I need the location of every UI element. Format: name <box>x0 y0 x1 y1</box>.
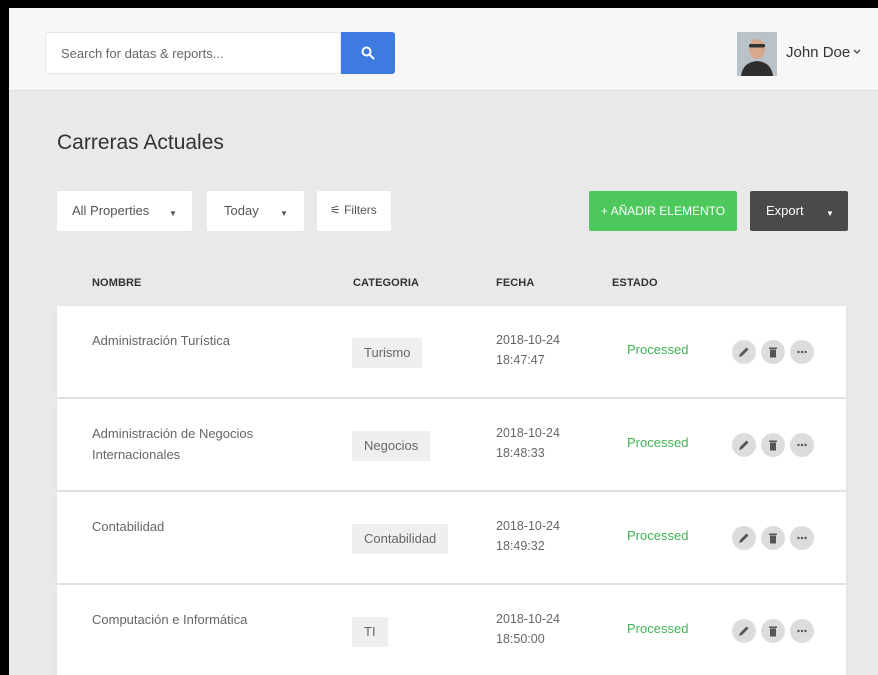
filters-button[interactable]: ⚟ Filters <box>317 191 391 231</box>
more-button[interactable] <box>790 340 814 364</box>
search-input[interactable] <box>46 33 331 73</box>
status-text: Processed <box>627 342 689 357</box>
table-row[interactable]: Computación e Informática TI 2018-10-24 … <box>57 585 846 675</box>
chevron-down-icon[interactable] <box>853 49 861 55</box>
edit-button[interactable] <box>732 619 756 643</box>
row-name: Administración Turística <box>92 333 230 348</box>
row-date: 2018-10-24 18:47:47 <box>496 330 560 370</box>
category-badge: Negocios <box>352 431 431 461</box>
edit-button[interactable] <box>732 526 756 550</box>
row-date-time: 18:50:00 <box>496 632 545 646</box>
more-icon <box>797 443 807 447</box>
trash-icon <box>769 440 777 451</box>
trash-icon <box>769 626 777 637</box>
delete-button[interactable] <box>761 526 785 550</box>
column-header-nombre[interactable]: NOMBRE <box>92 277 142 289</box>
row-date-time: 18:49:32 <box>496 539 545 553</box>
trash-icon <box>769 533 777 544</box>
row-date-day: 2018-10-24 <box>496 519 560 533</box>
table-row[interactable]: Administración Turística Turismo 2018-10… <box>57 306 846 397</box>
edit-icon <box>739 347 749 357</box>
search-box <box>45 32 341 74</box>
search-icon <box>361 46 375 60</box>
column-header-fecha[interactable]: FECHA <box>496 277 534 289</box>
search-button[interactable] <box>341 32 395 74</box>
delete-button[interactable] <box>761 340 785 364</box>
more-button[interactable] <box>790 433 814 457</box>
row-date: 2018-10-24 18:50:00 <box>496 609 560 649</box>
row-name: Administración de Negocios Internacional… <box>92 426 254 462</box>
edit-button[interactable] <box>732 433 756 457</box>
period-dropdown-label: Today <box>224 203 259 218</box>
category-badge: Turismo <box>352 338 423 368</box>
properties-dropdown-label: All Properties <box>72 203 150 218</box>
row-date: 2018-10-24 18:49:32 <box>496 516 560 556</box>
edit-icon <box>739 440 749 450</box>
row-name: Computación e Informática <box>92 612 248 627</box>
export-button[interactable]: Export ▼ <box>750 191 848 231</box>
row-name: Contabilidad <box>92 519 165 534</box>
filters-label: ⚟ Filters <box>330 203 377 217</box>
app-frame: John Doe Carreras Actuales All Propertie… <box>9 8 878 675</box>
category-badge: Contabilidad <box>352 524 449 554</box>
caret-down-icon: ▼ <box>169 209 177 218</box>
row-date-time: 18:48:33 <box>496 446 545 460</box>
table-row[interactable]: Contabilidad Contabilidad 2018-10-24 18:… <box>57 492 846 583</box>
properties-dropdown[interactable]: All Properties ▼ <box>57 191 192 231</box>
more-button[interactable] <box>790 526 814 550</box>
more-icon <box>797 536 807 540</box>
column-header-categoria[interactable]: CATEGORIA <box>353 277 419 289</box>
category-badge: TI <box>352 617 388 647</box>
edit-icon <box>739 533 749 543</box>
delete-button[interactable] <box>761 619 785 643</box>
trash-icon <box>769 347 777 358</box>
page-title: Carreras Actuales <box>57 131 224 154</box>
edit-icon <box>739 626 749 636</box>
more-icon <box>797 350 807 354</box>
row-date-day: 2018-10-24 <box>496 612 560 626</box>
row-date-day: 2018-10-24 <box>496 426 560 440</box>
column-header-estado[interactable]: ESTADO <box>612 277 658 289</box>
status-text: Processed <box>627 528 689 543</box>
export-label: Export <box>766 203 804 218</box>
row-date-day: 2018-10-24 <box>496 333 560 347</box>
status-text: Processed <box>627 621 689 636</box>
row-date: 2018-10-24 18:48:33 <box>496 423 560 463</box>
user-name[interactable]: John Doe <box>786 44 850 61</box>
delete-button[interactable] <box>761 433 785 457</box>
caret-down-icon: ▼ <box>826 209 834 218</box>
more-button[interactable] <box>790 619 814 643</box>
avatar[interactable] <box>737 32 777 76</box>
table-row[interactable]: Administración de Negocios Internacional… <box>57 399 846 490</box>
period-dropdown[interactable]: Today ▼ <box>207 191 304 231</box>
edit-button[interactable] <box>732 340 756 364</box>
add-element-button[interactable]: + AÑADIR ELEMENTO <box>589 191 737 231</box>
top-bar: John Doe <box>9 8 878 91</box>
more-icon <box>797 629 807 633</box>
caret-down-icon: ▼ <box>280 209 288 218</box>
status-text: Processed <box>627 435 689 450</box>
row-date-time: 18:47:47 <box>496 353 545 367</box>
